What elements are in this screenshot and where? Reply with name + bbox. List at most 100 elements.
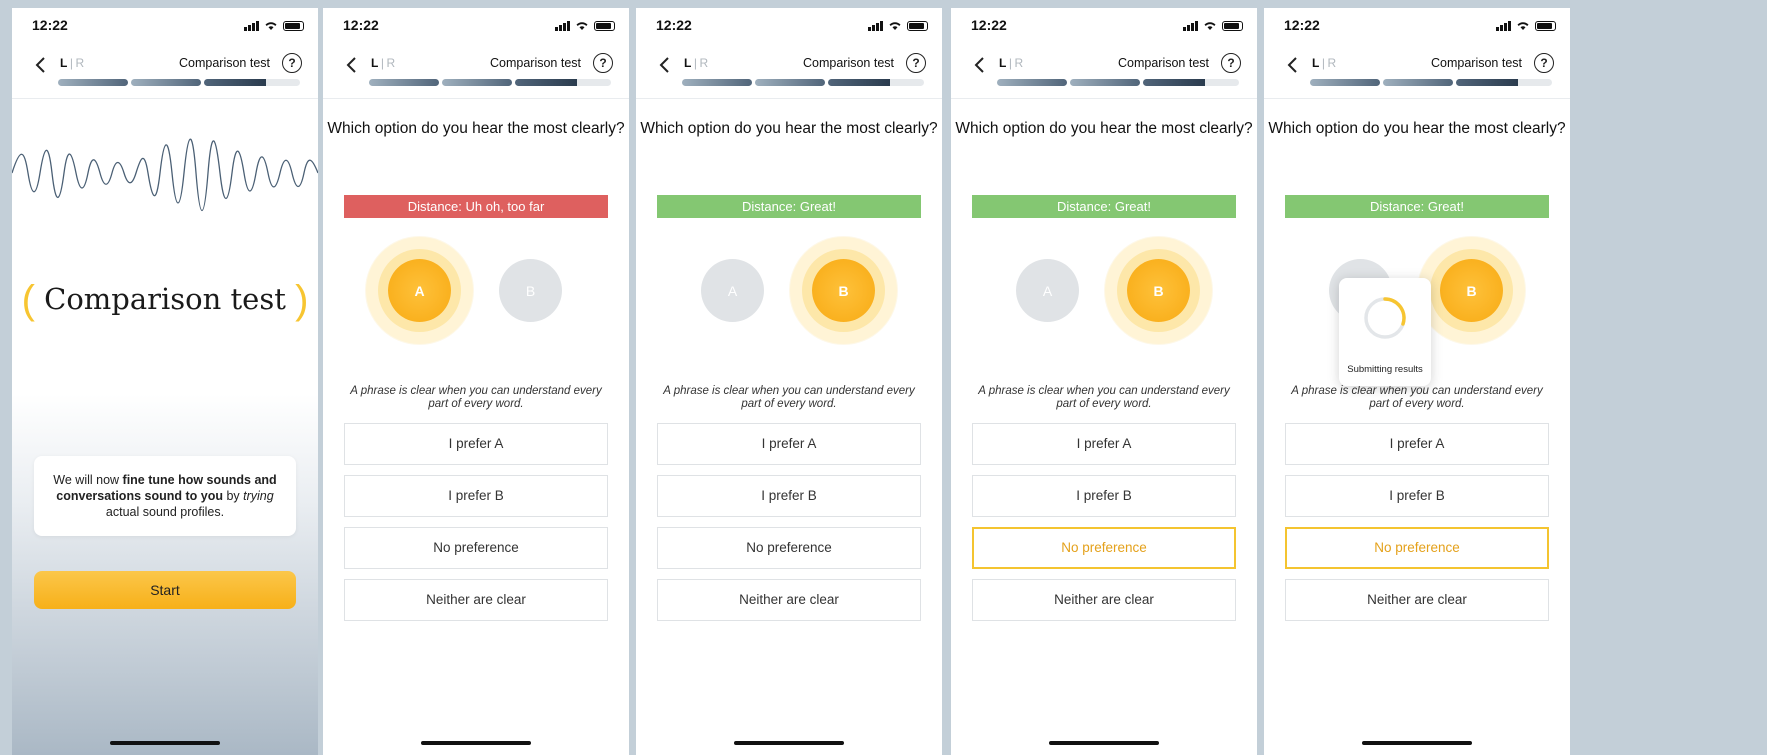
signal-icon — [555, 21, 570, 31]
progress-segment — [1383, 79, 1453, 86]
progress-remaining — [577, 79, 611, 86]
progress-segment — [515, 79, 577, 86]
sound-wave-graphic — [12, 138, 318, 211]
answer-no-preference[interactable]: No preference — [657, 527, 921, 569]
intro-heading-text: Comparison test — [44, 282, 286, 316]
option-b-button[interactable]: B — [1440, 259, 1503, 322]
status-time: 12:22 — [32, 17, 68, 33]
answer-prefer-a[interactable]: I prefer A — [1285, 423, 1549, 465]
answer-prefer-a[interactable]: I prefer A — [657, 423, 921, 465]
answer-prefer-a[interactable]: I prefer A — [344, 423, 608, 465]
progress-remaining — [1518, 79, 1552, 86]
answer-neither-clear[interactable]: Neither are clear — [972, 579, 1236, 621]
nav-title: Comparison test — [489, 56, 581, 70]
distance-banner: Distance: Great! — [972, 195, 1236, 218]
help-icon[interactable]: ? — [593, 53, 613, 73]
home-indicator — [110, 741, 220, 745]
answer-no-preference[interactable]: No preference — [972, 527, 1236, 569]
battery-icon — [283, 21, 304, 31]
progress-segment — [997, 79, 1067, 86]
home-indicator — [1049, 741, 1159, 745]
answer-prefer-b[interactable]: I prefer B — [344, 475, 608, 517]
signal-icon — [868, 21, 883, 31]
option-a-button[interactable]: A — [1016, 259, 1079, 322]
back-chevron-icon[interactable] — [1282, 54, 1304, 76]
back-chevron-icon[interactable] — [654, 54, 676, 76]
progress-segment — [204, 79, 266, 86]
status-icons — [244, 20, 304, 31]
progress-bar — [58, 79, 300, 86]
info-text: by — [222, 489, 244, 503]
bracket-left: ( — [21, 278, 35, 322]
info-text: actual sound profiles. — [105, 505, 225, 519]
phone-comparison: 12:22 L | R Comparison test ? Which option… — [636, 8, 942, 755]
progress-remaining — [1205, 79, 1239, 86]
answer-no-preference[interactable]: No preference — [1285, 527, 1549, 569]
wifi-icon — [889, 22, 901, 30]
progress-segment — [442, 79, 512, 86]
status-icons — [868, 20, 928, 31]
help-icon[interactable]: ? — [282, 53, 302, 73]
start-button[interactable]: Start — [34, 571, 296, 609]
progress-segment — [369, 79, 439, 86]
answer-prefer-a[interactable]: I prefer A — [972, 423, 1236, 465]
wifi-icon — [265, 22, 277, 30]
phone-intro: 12:22 L | R Comparison test ? ( Comparison… — [12, 8, 318, 755]
back-chevron-icon[interactable] — [30, 54, 52, 76]
signal-icon — [1183, 21, 1198, 31]
info-italic-text: trying — [243, 489, 274, 503]
status-time: 12:22 — [1284, 17, 1320, 33]
progress-segment — [828, 79, 890, 86]
distance-banner: Distance: Great! — [657, 195, 921, 218]
question-text: Which option do you hear the most clearl… — [327, 120, 625, 137]
option-b-button[interactable]: B — [1127, 259, 1190, 322]
wifi-icon — [576, 22, 588, 30]
status-bar: 12:22 — [12, 8, 318, 48]
nav-bar: L | R Comparison test ? — [636, 48, 942, 99]
phone-comparison: 12:22 L | R Comparison test ? Which option… — [323, 8, 629, 755]
help-icon[interactable]: ? — [906, 53, 926, 73]
progress-bar — [1310, 79, 1552, 86]
signal-icon — [244, 21, 259, 31]
answer-prefer-b[interactable]: I prefer B — [1285, 475, 1549, 517]
nav-title: Comparison test — [1117, 56, 1209, 70]
option-b-button[interactable]: B — [812, 259, 875, 322]
distance-banner: Distance: Uh oh, too far — [344, 195, 608, 218]
right-ear-label: R — [699, 56, 709, 70]
clarity-hint: A phrase is clear when you can understan… — [978, 385, 1230, 410]
progress-segment — [131, 79, 201, 86]
help-icon[interactable]: ? — [1221, 53, 1241, 73]
progress-segment — [755, 79, 825, 86]
option-a-button[interactable]: A — [388, 259, 451, 322]
help-icon[interactable]: ? — [1534, 53, 1554, 73]
answer-neither-clear[interactable]: Neither are clear — [1285, 579, 1549, 621]
left-ear-label: L — [60, 56, 68, 70]
progress-segment — [58, 79, 128, 86]
progress-remaining — [890, 79, 924, 86]
progress-segment — [1070, 79, 1140, 86]
back-chevron-icon[interactable] — [969, 54, 991, 76]
progress-segment — [1310, 79, 1380, 86]
right-ear-label: R — [386, 56, 396, 70]
status-time: 12:22 — [343, 17, 379, 33]
ear-indicator: L | R — [684, 56, 709, 70]
back-chevron-icon[interactable] — [341, 54, 363, 76]
answer-neither-clear[interactable]: Neither are clear — [344, 579, 608, 621]
status-icons — [1496, 20, 1556, 31]
signal-icon — [1496, 21, 1511, 31]
intro-info-card: We will now fine tune how sounds and con… — [34, 456, 296, 536]
progress-bar — [997, 79, 1239, 86]
answer-no-preference[interactable]: No preference — [344, 527, 608, 569]
info-text: We will now — [53, 473, 123, 487]
ear-indicator: L | R — [371, 56, 396, 70]
option-a-button[interactable]: A — [701, 259, 764, 322]
status-bar: 12:22 — [636, 8, 942, 48]
battery-icon — [1535, 21, 1556, 31]
home-indicator — [1362, 741, 1472, 745]
answer-neither-clear[interactable]: Neither are clear — [657, 579, 921, 621]
option-b-button[interactable]: B — [499, 259, 562, 322]
answer-prefer-b[interactable]: I prefer B — [972, 475, 1236, 517]
answer-prefer-b[interactable]: I prefer B — [657, 475, 921, 517]
battery-icon — [594, 21, 615, 31]
clarity-hint: A phrase is clear when you can understan… — [663, 385, 915, 410]
